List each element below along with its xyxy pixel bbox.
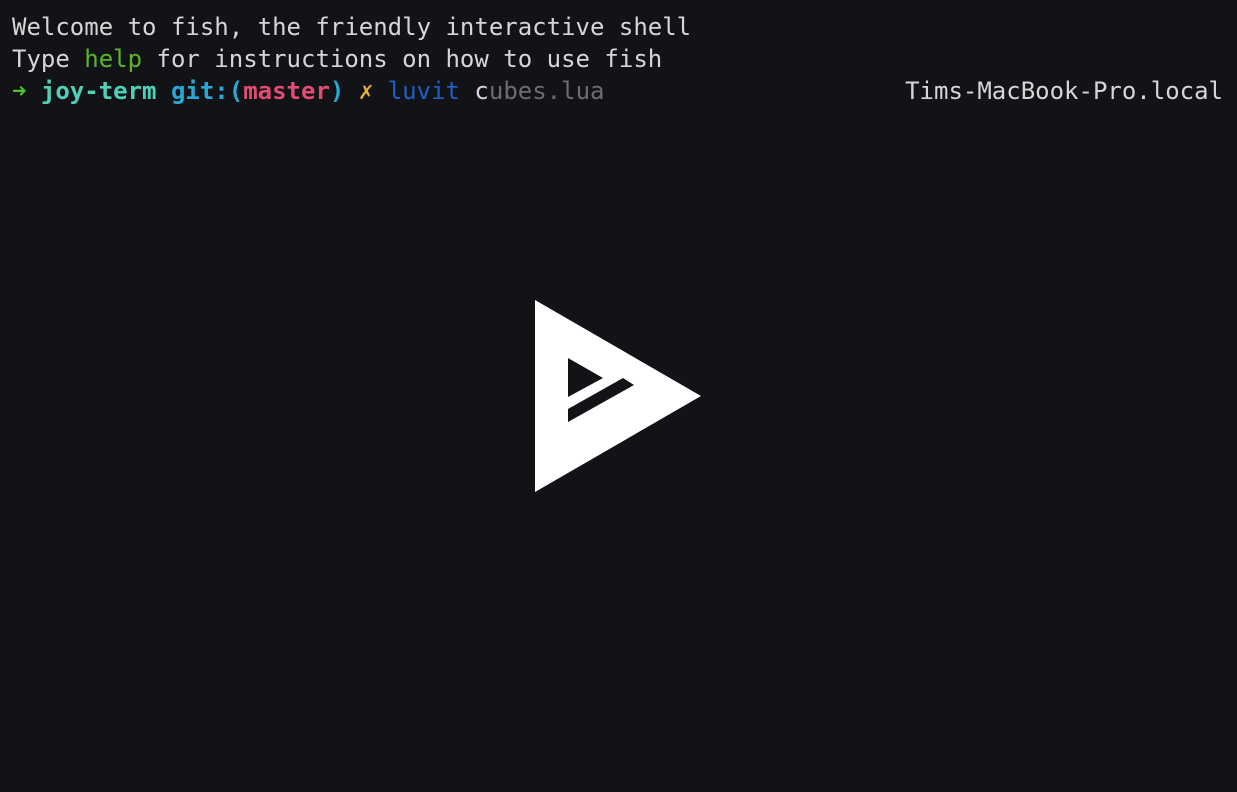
typed-argument[interactable]: c: [474, 77, 488, 105]
welcome-text: Welcome to fish, the friendly interactiv…: [12, 13, 692, 41]
help-prefix: Type: [12, 45, 85, 73]
command-input[interactable]: luvit: [388, 77, 460, 105]
right-prompt-hostname: Tims-MacBook-Pro.local: [905, 77, 1223, 105]
autosuggestion: ubes.lua: [488, 77, 605, 105]
prompt-arrow-icon: ➜: [12, 77, 27, 105]
prompt-directory: joy-term: [40, 77, 157, 105]
help-suffix: for instructions on how to use fish: [142, 45, 663, 73]
prompt-git-label: git:: [170, 77, 229, 105]
help-line: Type help for instructions on how to use…: [12, 43, 662, 75]
help-command: help: [84, 45, 143, 73]
prompt-paren-open: (: [228, 77, 244, 105]
prompt-paren-close: ): [329, 77, 345, 105]
prompt-branch: master: [243, 77, 330, 105]
play-logo-icon: [535, 300, 701, 492]
welcome-line: Welcome to fish, the friendly interactiv…: [12, 11, 691, 43]
prompt-line[interactable]: ➜ joy-term git:(master) ✗ luvit cubes.lu…: [12, 75, 604, 107]
prompt-dirty-icon: ✗: [358, 77, 374, 105]
terminal-window[interactable]: Welcome to fish, the friendly interactiv…: [0, 0, 1237, 792]
